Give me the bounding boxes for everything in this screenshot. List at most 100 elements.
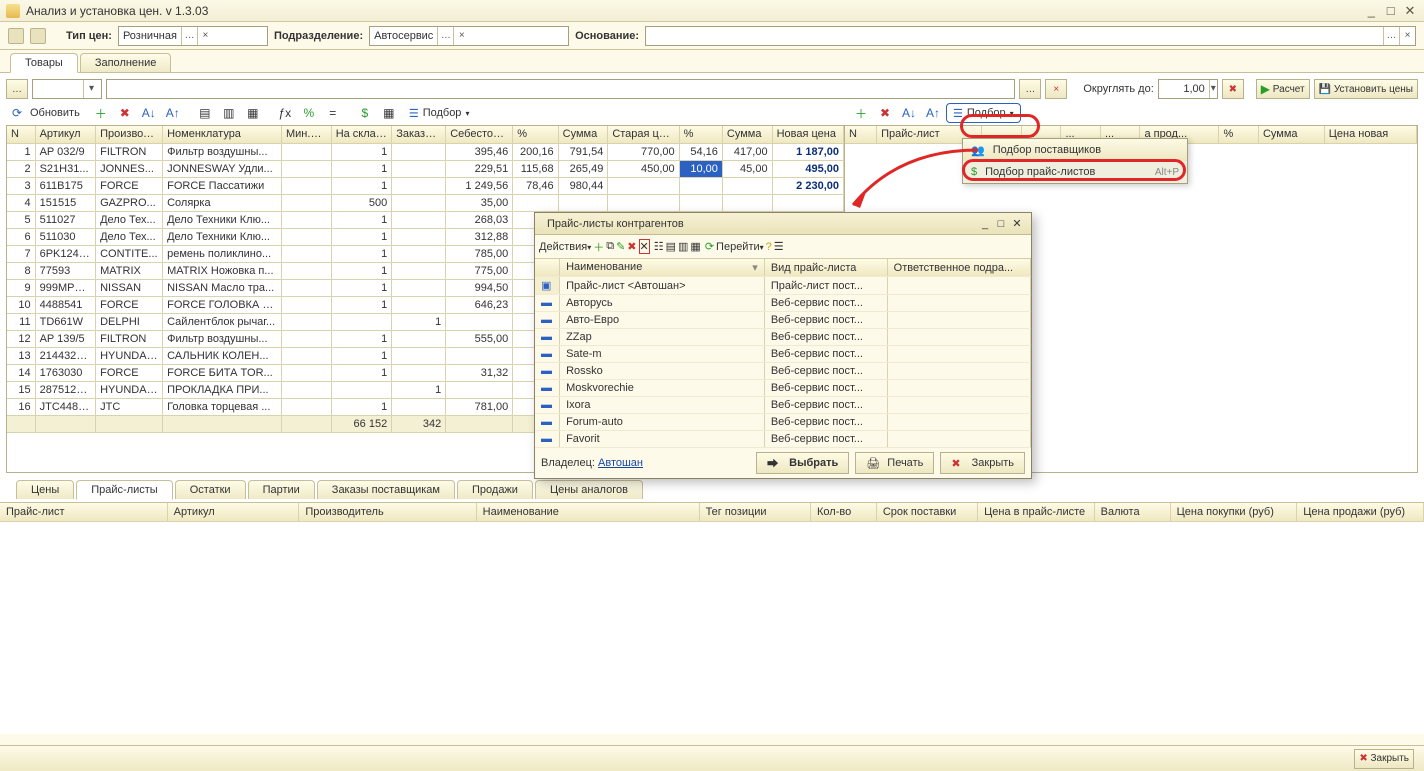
sort-desc-icon[interactable]: A↑ xyxy=(162,103,184,123)
dollar-icon: $ xyxy=(971,166,977,178)
list-item[interactable]: ▬MoskvorechieВеб-сервис пост... xyxy=(535,380,1031,397)
refresh-icon[interactable]: ⟳ xyxy=(705,240,714,253)
search-ellipsis-button[interactable]: … xyxy=(1019,79,1041,99)
list-item[interactable]: ▬АвторусьВеб-сервис пост... xyxy=(535,295,1031,312)
filter2-icon[interactable]: ▥ xyxy=(218,103,240,123)
window-maximize-icon[interactable]: □ xyxy=(1383,3,1399,18)
tab-goods[interactable]: Товары xyxy=(10,53,78,73)
tab-fill[interactable]: Заполнение xyxy=(80,53,172,72)
search-mode-combo[interactable]: ▾ xyxy=(32,79,102,99)
sort-desc-icon[interactable]: A↑ xyxy=(922,103,944,123)
dialog-close-icon[interactable]: ✕ xyxy=(1009,217,1025,230)
print-button[interactable]: 🖨 Печать xyxy=(855,452,934,474)
filter-icon[interactable]: ▤ xyxy=(666,240,676,253)
sort-asc-icon[interactable]: A↓ xyxy=(898,103,920,123)
add-icon[interactable]: ＋ xyxy=(850,103,872,123)
delete-icon[interactable]: ✖ xyxy=(114,103,136,123)
subdivision-combo[interactable]: Автосервис … × xyxy=(369,26,569,46)
round-combo[interactable]: 1,00 ▾ xyxy=(1158,79,1218,99)
people-icon: 👥 xyxy=(971,144,985,157)
filter3-icon[interactable]: ▦ xyxy=(242,103,264,123)
detail-panel: Прайс-листАртикулПроизводительНаименован… xyxy=(0,502,1424,734)
filter2-icon[interactable]: ▥ xyxy=(678,240,688,253)
list-item[interactable]: ▬IxoraВеб-сервис пост... xyxy=(535,397,1031,414)
delete-icon[interactable]: ✖ xyxy=(627,240,636,253)
search-input[interactable] xyxy=(106,79,1015,99)
basis-combo[interactable]: … × xyxy=(645,26,1416,46)
add-icon[interactable]: ＋ xyxy=(593,239,604,255)
dialog-grid[interactable]: Наименование ▾Вид прайс-листаОтветственн… xyxy=(535,259,1031,448)
owner-link[interactable]: Автошан xyxy=(598,457,643,469)
help-icon[interactable]: ? xyxy=(766,241,772,253)
refresh-icon[interactable]: ⟳ xyxy=(6,103,28,123)
action-icon-2[interactable] xyxy=(30,28,46,44)
action-icon-1[interactable] xyxy=(8,28,24,44)
close-button[interactable]: ✖ Закрыть xyxy=(1354,749,1414,769)
tab-sales[interactable]: Продажи xyxy=(457,480,533,499)
ellipsis-icon[interactable]: … xyxy=(181,27,197,45)
pick-right-button[interactable]: ☰ Подбор▾ xyxy=(946,103,1021,123)
list-item[interactable]: ▬Авто-ЕвроВеб-сервис пост... xyxy=(535,312,1031,329)
list-item[interactable]: ▬Forum-autoВеб-сервис пост... xyxy=(535,414,1031,431)
pick-dropdown: 👥 Подбор поставщиков $ Подбор прайс-лист… xyxy=(962,138,1188,184)
list-item[interactable]: ▬Sate-mВеб-сервис пост... xyxy=(535,346,1031,363)
tab-prices[interactable]: Цены xyxy=(16,480,74,499)
currency-icon[interactable]: $ xyxy=(354,103,376,123)
dots-button[interactable]: … xyxy=(6,79,28,99)
tab-remains[interactable]: Остатки xyxy=(175,480,246,499)
chevron-down-icon[interactable]: ▾ xyxy=(83,80,99,98)
detail-grid[interactable]: Прайс-листАртикулПроизводительНаименован… xyxy=(0,503,1424,522)
delete-icon[interactable]: ✖ xyxy=(874,103,896,123)
chevron-down-icon[interactable]: ▾ xyxy=(1209,80,1217,98)
table-row[interactable]: 3611B175FORCEFORCE Пассатижи11 249,5678,… xyxy=(7,177,844,194)
tab-pricelists[interactable]: Прайс-листы xyxy=(76,480,172,500)
list-item[interactable]: ▬RosskoВеб-сервис пост... xyxy=(535,363,1031,380)
filter-icon[interactable]: ▤ xyxy=(194,103,216,123)
dialog-maximize-icon[interactable]: □ xyxy=(993,218,1009,230)
hotkey-label: Alt+P xyxy=(1155,167,1179,178)
menu-pick-pricelists[interactable]: $ Подбор прайс-листов Alt+P xyxy=(963,161,1187,183)
hierarchy-icon[interactable]: ☷ xyxy=(654,240,664,253)
percent-icon[interactable]: % xyxy=(298,103,320,123)
tab-orders[interactable]: Заказы поставщикам xyxy=(317,480,455,499)
actions-button[interactable]: Действия▾ xyxy=(539,241,591,253)
calendar-icon[interactable]: ▦ xyxy=(378,103,400,123)
left-toolbar: ⟳ Обновить ＋ ✖ A↓ A↑ ▤ ▥ ▦ ƒx % = $ ▦ ☰ … xyxy=(6,103,844,123)
table-row[interactable]: 1AP 032/9FILTRONФильтр воздушны...1395,4… xyxy=(7,143,844,160)
add-icon[interactable]: ＋ xyxy=(90,103,112,123)
select-button[interactable]: ⮕ Выбрать xyxy=(756,452,849,474)
list-item[interactable]: ▬FavoritВеб-сервис пост... xyxy=(535,431,1031,448)
dialog-close-button[interactable]: ✖ Закрыть xyxy=(940,452,1025,474)
ellipsis-icon[interactable]: … xyxy=(1383,27,1399,45)
goto-button[interactable]: Перейти▾ xyxy=(716,241,764,253)
copy-icon[interactable]: ⧉ xyxy=(606,240,614,253)
clear-icon[interactable]: × xyxy=(453,27,469,45)
tab-analogs[interactable]: Цены аналогов xyxy=(535,480,643,499)
menu-pick-suppliers[interactable]: 👥 Подбор поставщиков xyxy=(963,139,1187,161)
calc-button[interactable]: ▶ Расчет xyxy=(1256,79,1310,99)
refresh-label: Обновить xyxy=(30,107,80,119)
tab-batches[interactable]: Партии xyxy=(248,480,315,499)
window-minimize-icon[interactable]: _ xyxy=(1363,3,1379,18)
clear-icon[interactable]: × xyxy=(1399,27,1415,45)
search-clear-button[interactable]: × xyxy=(1045,79,1067,99)
dialog-minimize-icon[interactable]: _ xyxy=(977,218,993,230)
round-clear-button[interactable]: ✖ xyxy=(1222,79,1244,99)
math-icon[interactable]: ƒx xyxy=(274,103,296,123)
clear-icon[interactable]: × xyxy=(197,27,213,45)
price-type-combo[interactable]: Розничная … × xyxy=(118,26,268,46)
filter3-icon[interactable]: ▦ xyxy=(690,240,700,253)
equal-icon[interactable]: = xyxy=(322,103,344,123)
table-row[interactable]: 4151515GAZPRO...Солярка50035,00 xyxy=(7,194,844,211)
list-item[interactable]: ▬ZZapВеб-сервис пост... xyxy=(535,329,1031,346)
settings-icon[interactable]: ☰ xyxy=(774,240,784,253)
set-prices-button[interactable]: 💾 Установить цены xyxy=(1314,79,1418,99)
sort-asc-icon[interactable]: A↓ xyxy=(138,103,160,123)
table-row[interactable]: 2S21H31...JONNES...JONNESWAY Удли...1229… xyxy=(7,160,844,177)
window-close-icon[interactable]: ✕ xyxy=(1402,3,1418,19)
pick-button[interactable]: ☰ Подбор▾ xyxy=(402,103,477,123)
mark-icon[interactable]: ✕ xyxy=(639,239,650,254)
list-item[interactable]: ▣Прайс-лист <Автошан>Прайс-лист пост... xyxy=(535,277,1031,295)
ellipsis-icon[interactable]: … xyxy=(437,27,453,45)
edit-icon[interactable]: ✎ xyxy=(616,240,625,253)
